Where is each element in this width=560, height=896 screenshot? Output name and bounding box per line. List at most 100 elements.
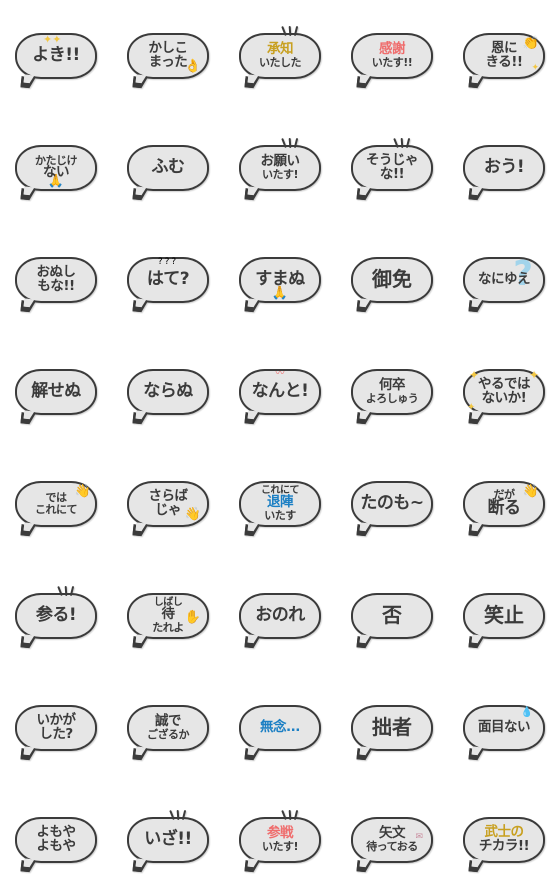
bubble-tail-fill xyxy=(135,746,147,756)
bubble-tail-fill xyxy=(359,858,371,868)
speech-bubble-sticker[interactable]: すまぬ 🙏 xyxy=(239,257,321,313)
sticker-cell[interactable]: かたじけ ない 🙏 xyxy=(0,112,112,224)
speech-bubble-sticker[interactable]: 無念... xyxy=(239,705,321,761)
bubble-tail-fill xyxy=(359,186,371,196)
speech-bubble-sticker[interactable]: 参戦 いたす! xyxy=(239,809,321,873)
sticker-cell[interactable]: 面目ない 💧 xyxy=(448,672,560,784)
sticker-cell[interactable]: 感謝 いたす!! xyxy=(336,0,448,112)
sticker-cell[interactable]: 武士の チカラ!! xyxy=(448,784,560,896)
bubble-tail-fill xyxy=(247,522,259,532)
sticker-cell[interactable]: よき!! ✦✦ xyxy=(0,0,112,112)
speech-bubble-sticker[interactable]: 御免 xyxy=(351,257,433,313)
sticker-cell[interactable]: おのれ xyxy=(224,560,336,672)
sticker-cell[interactable]: 誠で ござるか xyxy=(112,672,224,784)
sticker-cell[interactable]: やるでは ないか! ✦ ✦ ✦ xyxy=(448,336,560,448)
sticker-cell[interactable]: 何卒 よろしゅう xyxy=(336,336,448,448)
speech-bubble-sticker[interactable]: おぬし もな!! xyxy=(15,257,97,313)
sticker-cell[interactable]: 矢文 待っておる ✉ xyxy=(336,784,448,896)
sticker-cell[interactable]: さらば じゃ 👋 xyxy=(112,448,224,560)
speech-bubble-sticker[interactable]: なんと! 〰 xyxy=(239,369,321,425)
speech-bubble-sticker[interactable]: だが 断る 👋 xyxy=(463,481,545,537)
bubble-tail-fill xyxy=(471,298,483,308)
sticker-cell[interactable]: いざ!! xyxy=(112,784,224,896)
sticker-cell[interactable]: なんと! 〰 xyxy=(224,336,336,448)
sticker-cell[interactable]: お願い いたす! xyxy=(224,112,336,224)
speech-bubble-sticker[interactable]: おう! xyxy=(463,145,545,201)
speech-bubble-sticker[interactable]: おのれ xyxy=(239,593,321,649)
sticker-cell[interactable]: だが 断る 👋 xyxy=(448,448,560,560)
speech-bubble-sticker[interactable]: 解せぬ xyxy=(15,369,97,425)
speech-bubble-sticker[interactable]: 否 xyxy=(351,593,433,649)
speech-bubble-sticker[interactable]: 何卒 よろしゅう xyxy=(351,369,433,425)
bubble-tail-fill xyxy=(359,410,371,420)
sticker-cell[interactable]: 恩に きる!! 👏 ✦ xyxy=(448,0,560,112)
speech-bubble-sticker[interactable]: 拙者 xyxy=(351,705,433,761)
sticker-cell[interactable]: おぬし もな!! xyxy=(0,224,112,336)
speech-bubble-sticker[interactable]: よもや よもや xyxy=(15,817,97,873)
speech-bubble-sticker[interactable]: しばし待たれよ ✋ xyxy=(127,592,209,649)
speech-bubble-sticker[interactable]: ふむ xyxy=(127,145,209,201)
speech-bubble-sticker[interactable]: 感謝 いたす!! xyxy=(351,33,433,89)
speech-bubble-sticker[interactable]: 笑止 xyxy=(463,593,545,649)
bubble-tail-fill xyxy=(247,186,259,196)
speech-bubble-sticker[interactable]: 武士の チカラ!! xyxy=(463,817,545,873)
sticker-text-line: ないか! xyxy=(481,389,527,406)
sticker-text-line: よもや xyxy=(36,837,77,854)
sticker-cell[interactable]: よもや よもや xyxy=(0,784,112,896)
speech-bubble-sticker[interactable]: そうじゃ な!! xyxy=(351,137,433,201)
speech-bubble-sticker[interactable]: かたじけ ない 🙏 xyxy=(15,145,97,201)
sticker-text-line: はて? xyxy=(146,268,190,289)
speech-bubble-sticker[interactable]: では これにて 👋 xyxy=(15,481,97,537)
sticker-text-line: チカラ!! xyxy=(478,837,530,854)
sticker-cell[interactable]: 解せぬ xyxy=(0,336,112,448)
speech-bubble-sticker[interactable]: かしこ まった 👌 xyxy=(127,33,209,89)
speech-bubble-sticker[interactable]: ならぬ xyxy=(127,369,209,425)
speech-bubble-sticker[interactable]: 恩に きる!! 👏 ✦ xyxy=(463,33,545,89)
sticker-cell[interactable]: はて???? xyxy=(112,224,224,336)
speech-bubble-sticker[interactable]: 誠で ござるか xyxy=(127,705,209,761)
speech-bubble-sticker[interactable]: いざ!! xyxy=(127,809,209,873)
sticker-cell[interactable]: そうじゃ な!! xyxy=(336,112,448,224)
speech-bubble-sticker[interactable]: よき!! ✦✦ xyxy=(15,33,97,89)
sticker-cell[interactable]: では これにて 👋 xyxy=(0,448,112,560)
sticker-cell[interactable]: おう! xyxy=(448,112,560,224)
sticker-cell[interactable]: 拙者 xyxy=(336,672,448,784)
sticker-cell[interactable]: 参る! xyxy=(0,560,112,672)
speech-bubble-sticker[interactable]: はて???? xyxy=(127,257,209,313)
speech-bubble-sticker[interactable]: なにゆえ? xyxy=(463,257,545,313)
sticker-cell[interactable]: かしこ まった 👌 xyxy=(112,0,224,112)
sticker-cell[interactable]: ならぬ xyxy=(112,336,224,448)
speech-bubble-sticker[interactable]: さらば じゃ 👋 xyxy=(127,481,209,537)
speech-bubble-sticker[interactable]: 承知 いたした xyxy=(239,25,321,89)
sticker-cell[interactable]: ふむ xyxy=(112,112,224,224)
sticker-cell[interactable]: 笑止 xyxy=(448,560,560,672)
sticker-cell[interactable]: 否 xyxy=(336,560,448,672)
sticker-cell[interactable]: 御免 xyxy=(336,224,448,336)
sticker-cell[interactable]: 無念... xyxy=(224,672,336,784)
speech-bubble-sticker[interactable]: やるでは ないか! ✦ ✦ ✦ xyxy=(463,369,545,425)
speech-bubble-sticker[interactable]: 矢文 待っておる ✉ xyxy=(351,817,433,873)
speech-bubble-sticker[interactable]: いかが した? xyxy=(15,705,97,761)
sticker-text-line: まった xyxy=(148,53,188,70)
speech-bubble-sticker[interactable]: これにて 退陣 いたす xyxy=(239,480,321,537)
sticker-text-line: いたす!! xyxy=(371,55,413,69)
sticker-text-line: では xyxy=(45,491,68,505)
sticker-cell[interactable]: いかが した? xyxy=(0,672,112,784)
sticker-cell[interactable]: たのも~ xyxy=(336,448,448,560)
sticker-cell[interactable]: すまぬ 🙏 xyxy=(224,224,336,336)
speech-bubble-sticker[interactable]: お願い いたす! xyxy=(239,137,321,201)
sticker-text-line: いたす! xyxy=(261,839,299,853)
speech-bubble-sticker[interactable]: たのも~ xyxy=(351,481,433,537)
sticker-text-line: ふむ xyxy=(151,156,186,177)
sticker-cell[interactable]: なにゆえ? xyxy=(448,224,560,336)
bubble-tail-fill xyxy=(135,858,147,868)
sticker-text-line: 拙者 xyxy=(372,715,412,740)
sticker-cell[interactable]: しばし待たれよ ✋ xyxy=(112,560,224,672)
sticker-cell[interactable]: これにて 退陣 いたす xyxy=(224,448,336,560)
sticker-cell[interactable]: 承知 いたした xyxy=(224,0,336,112)
speech-bubble-sticker[interactable]: 面目ない 💧 xyxy=(463,705,545,761)
sticker-cell[interactable]: 参戦 いたす! xyxy=(224,784,336,896)
bubble-tail-fill xyxy=(247,410,259,420)
bubble-tail-fill xyxy=(359,746,371,756)
speech-bubble-sticker[interactable]: 参る! xyxy=(15,585,97,649)
